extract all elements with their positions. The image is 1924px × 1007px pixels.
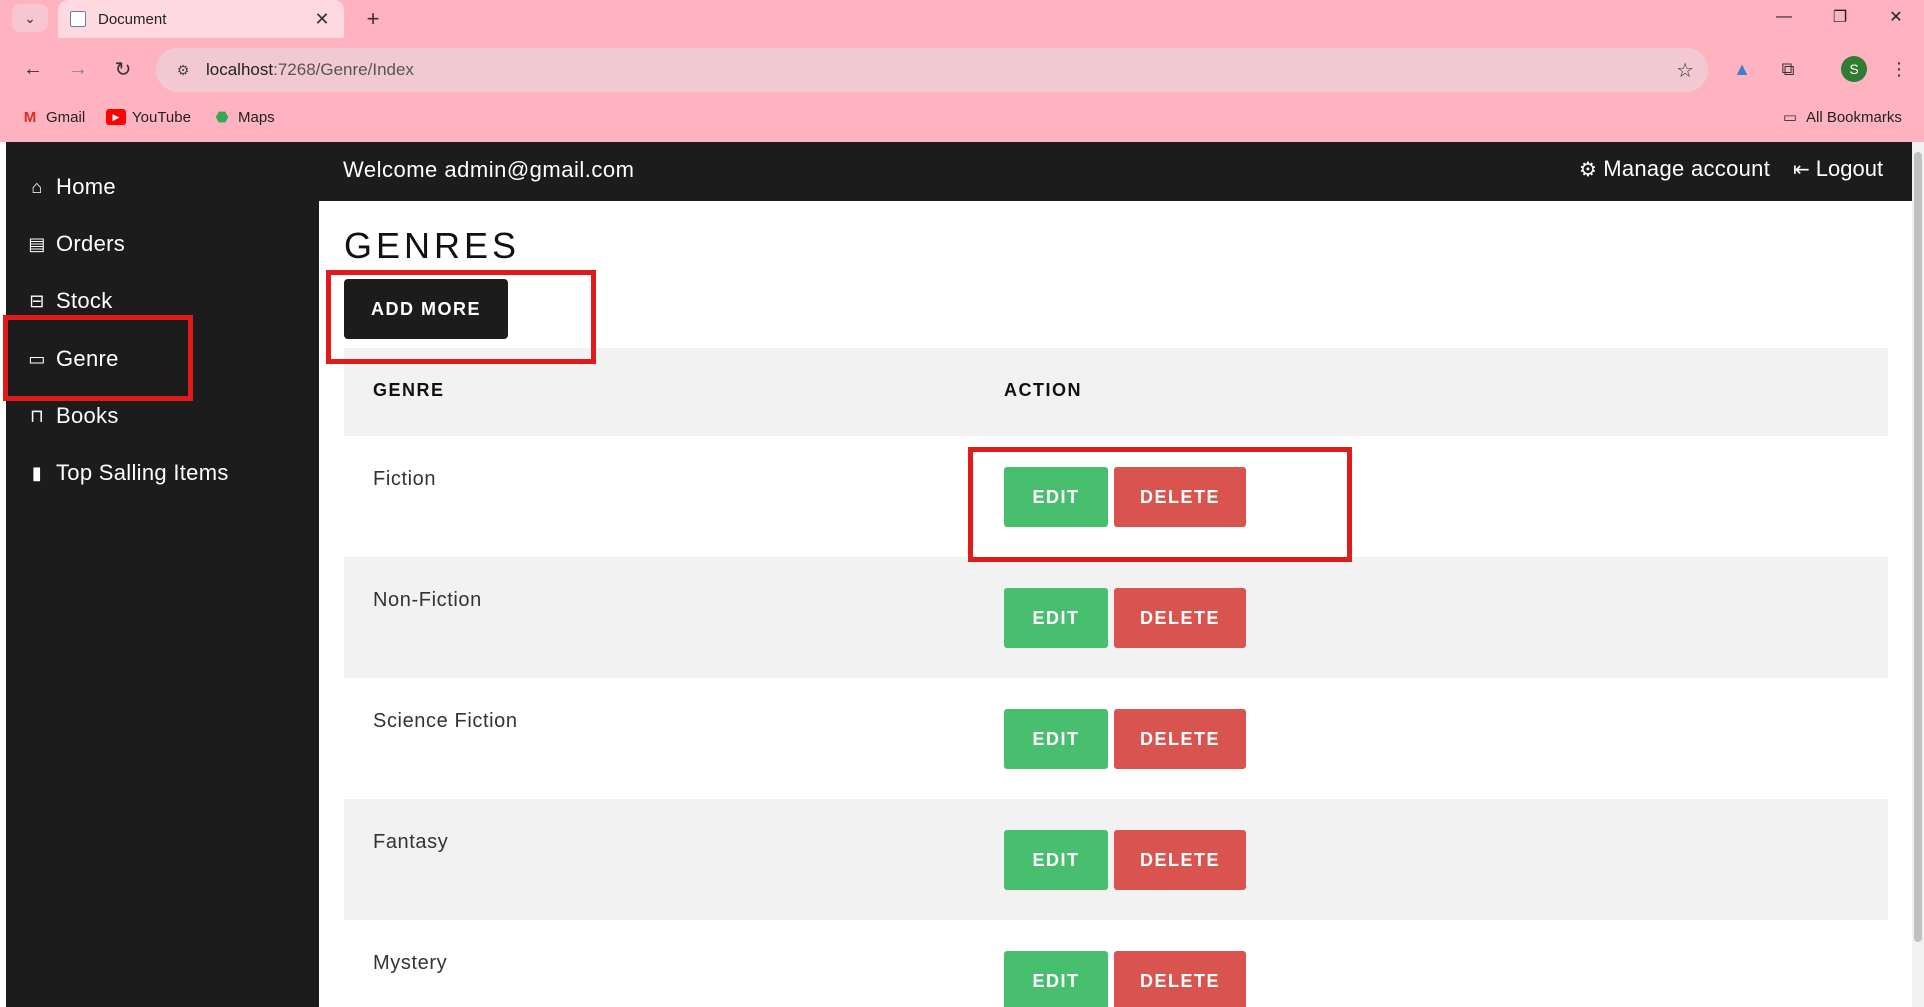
tab-title: Document <box>98 10 167 28</box>
delete-button[interactable]: DELETE <box>1114 830 1246 890</box>
chevron-down-icon: ⌄ <box>24 9 36 26</box>
browser-tab[interactable]: Document ✕ <box>58 0 344 38</box>
logout-link[interactable]: ⇤ Logout <box>1793 156 1883 182</box>
scrollbar-thumb[interactable] <box>1914 152 1922 942</box>
bookmark-youtube[interactable]: ▶ YouTube <box>106 106 191 128</box>
profile-avatar[interactable]: S <box>1841 56 1867 82</box>
browser-toolbar: ← → ↻ ⚙ localhost:7268/Genre/Index ☆ ▲ ⧉… <box>0 44 1924 96</box>
youtube-icon: ▶ <box>106 109 126 125</box>
genre-icon: ▭ <box>28 348 46 369</box>
genres-table: GENRE ACTION Fiction EDIT DELETE Non-Fic… <box>344 348 1888 1007</box>
table-row: Science Fiction EDIT DELETE <box>344 678 1888 799</box>
all-bookmarks[interactable]: ▭ All Bookmarks <box>1780 106 1902 128</box>
welcome-text: Welcome admin@gmail.com <box>343 157 635 182</box>
table-row: Mystery EDIT DELETE <box>344 920 1888 1007</box>
genre-name: Fantasy <box>373 831 449 853</box>
url-text: localhost:7268/Genre/Index <box>206 60 414 79</box>
stock-icon: ⊟ <box>29 290 45 311</box>
genre-name: Fiction <box>373 468 437 490</box>
table-row: Non-Fiction EDIT DELETE <box>344 557 1888 678</box>
genre-name: Science Fiction <box>373 710 518 732</box>
logout-icon: ⇤ <box>1793 158 1810 181</box>
edit-button[interactable]: EDIT <box>1004 588 1108 648</box>
home-icon: ⌂ <box>31 176 43 197</box>
tab-bar: ⌄ Document ✕ + — ❐ ✕ <box>0 0 1924 38</box>
tab-search-button[interactable]: ⌄ <box>12 4 48 32</box>
close-icon[interactable]: ✕ <box>312 9 332 30</box>
delete-button[interactable]: DELETE <box>1114 588 1246 648</box>
edit-button[interactable]: EDIT <box>1004 951 1108 1007</box>
new-tab-button[interactable]: + <box>358 4 388 34</box>
address-bar[interactable]: ⚙ localhost:7268/Genre/Index ☆ <box>156 48 1708 92</box>
bookmark-star-icon[interactable]: ☆ <box>1676 58 1694 83</box>
minimize-icon[interactable]: — <box>1756 0 1812 34</box>
bookmarks-bar: M Gmail ▶ YouTube ⬣ Maps ▭ All Bookmarks <box>0 102 1924 132</box>
sidebar-item-stock[interactable]: ⊟ Stock <box>26 281 113 321</box>
books-icon: ⊓ <box>29 405 45 426</box>
sidebar-item-genre[interactable]: ▭ Genre <box>26 339 119 379</box>
menu-icon[interactable]: ⋮ <box>1884 54 1914 84</box>
browser-chrome: ⌄ Document ✕ + — ❐ ✕ ← → ↻ ⚙ localhost:7… <box>0 0 1924 142</box>
orders-icon: ▤ <box>28 233 46 254</box>
edit-button[interactable]: EDIT <box>1004 830 1108 890</box>
bookmark-maps[interactable]: ⬣ Maps <box>212 106 274 128</box>
close-window-icon[interactable]: ✕ <box>1868 0 1924 34</box>
extensions-icon[interactable]: ⧉ <box>1773 54 1803 84</box>
add-more-button[interactable]: ADD MORE <box>344 279 508 339</box>
edit-button[interactable]: EDIT <box>1004 467 1108 527</box>
table-row: Fiction EDIT DELETE <box>344 436 1888 557</box>
restore-icon[interactable]: ❐ <box>1812 0 1868 34</box>
delete-button[interactable]: DELETE <box>1114 951 1246 1007</box>
maps-icon: ⬣ <box>215 109 229 126</box>
folder-icon: ▭ <box>1782 109 1798 126</box>
sidebar-item-orders[interactable]: ▤ Orders <box>26 224 125 264</box>
sidebar-item-top-selling[interactable]: ▮ Top Salling Items <box>26 453 229 493</box>
delete-button[interactable]: DELETE <box>1114 709 1246 769</box>
main-content: GENRES ADD MORE GENRE ACTION Fiction EDI… <box>319 201 1899 1007</box>
app: ⌂ Home ▤ Orders ⊟ Stock ▭ Genre ⊓ Books … <box>6 142 1912 1007</box>
manage-account-link[interactable]: ⚙ Manage account <box>1579 156 1770 182</box>
translate-extension-icon[interactable]: ▲ <box>1727 54 1757 84</box>
top-bar: Welcome admin@gmail.com ⚙ Manage account… <box>319 142 1912 201</box>
edit-button[interactable]: EDIT <box>1004 709 1108 769</box>
site-info-icon[interactable]: ⚙ <box>172 59 194 81</box>
page-title: GENRES <box>344 225 521 266</box>
delete-button[interactable]: DELETE <box>1114 467 1246 527</box>
gmail-icon: M <box>23 108 37 126</box>
back-icon[interactable]: ← <box>16 52 50 86</box>
chart-icon: ▮ <box>31 462 43 483</box>
document-icon <box>70 11 86 27</box>
sidebar-item-books[interactable]: ⊓ Books <box>26 396 119 436</box>
bookmark-gmail[interactable]: M Gmail <box>20 106 85 128</box>
reload-icon[interactable]: ↻ <box>106 52 140 86</box>
sidebar: ⌂ Home ▤ Orders ⊟ Stock ▭ Genre ⊓ Books … <box>6 142 319 1007</box>
column-header-action: ACTION <box>1004 380 1082 400</box>
genre-name: Non-Fiction <box>373 589 482 611</box>
table-header: GENRE ACTION <box>344 348 1888 436</box>
gear-icon: ⚙ <box>1579 158 1598 181</box>
page-scrollbar[interactable] <box>1912 142 1924 1007</box>
sidebar-item-home[interactable]: ⌂ Home <box>26 167 116 207</box>
table-row: Fantasy EDIT DELETE <box>344 799 1888 920</box>
forward-icon[interactable]: → <box>61 52 95 86</box>
column-header-genre: GENRE <box>373 380 445 400</box>
genre-name: Mystery <box>373 952 448 974</box>
